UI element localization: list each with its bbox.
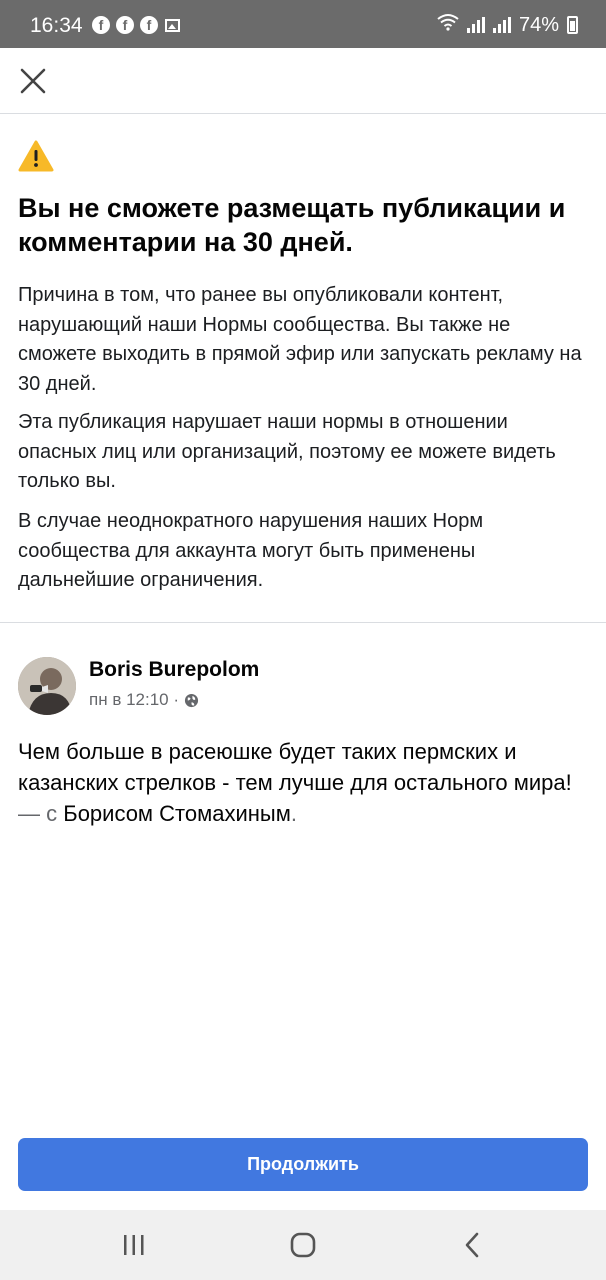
tagged-person-link[interactable]: Борисом Стомахиным	[63, 801, 291, 826]
dialog-title: Вы не сможете размещать публикации и ком…	[18, 193, 566, 257]
post-text: Чем больше в расеюшке будет таких пермск…	[18, 736, 588, 829]
home-icon	[290, 1232, 316, 1258]
facebook-icon: f	[92, 16, 110, 34]
status-bar: 16:34 f f f 74%	[0, 0, 606, 48]
divider	[0, 622, 606, 623]
facebook-icon: f	[140, 16, 158, 34]
tag-end: .	[290, 801, 297, 826]
home-button[interactable]	[283, 1230, 323, 1260]
violation-paragraph: Эта публикация нарушает наши нормы в отн…	[18, 411, 556, 492]
post-meta: пн в 12:10 ·	[89, 690, 199, 710]
back-button[interactable]	[452, 1230, 492, 1260]
facebook-icon: f	[116, 16, 134, 34]
status-time: 16:34	[30, 14, 83, 37]
close-icon	[20, 68, 46, 94]
post-author[interactable]: Boris Burepolom	[89, 658, 259, 682]
back-icon	[465, 1232, 479, 1258]
wifi-icon	[437, 13, 459, 37]
warning-icon	[18, 140, 54, 172]
status-right: 74%	[437, 13, 578, 37]
recent-apps-button[interactable]	[114, 1230, 154, 1260]
reason-paragraph: Причина в том, что ранее вы опубликовали…	[18, 284, 582, 395]
further-restrictions-paragraph: В случае неоднократного нарушения наших …	[18, 510, 484, 591]
system-nav-bar	[0, 1210, 606, 1280]
top-bar	[0, 48, 606, 114]
close-button[interactable]	[18, 66, 48, 96]
continue-button[interactable]: Продолжить	[18, 1138, 588, 1191]
battery-icon	[567, 16, 578, 34]
tag-with: с	[46, 801, 58, 826]
post-body: Чем больше в расеюшке будет таких пермск…	[18, 739, 572, 795]
post-timestamp[interactable]: пн в 12:10 ·	[89, 690, 179, 710]
avatar[interactable]	[18, 657, 76, 715]
gallery-icon	[164, 16, 182, 37]
globe-icon	[184, 693, 199, 707]
battery-percent: 74%	[518, 13, 559, 36]
signal-icon	[492, 17, 511, 33]
signal-icon	[466, 17, 485, 33]
recent-apps-icon	[124, 1235, 144, 1255]
tag-dash: —	[18, 801, 40, 826]
notification-icons: f f f	[92, 16, 182, 37]
